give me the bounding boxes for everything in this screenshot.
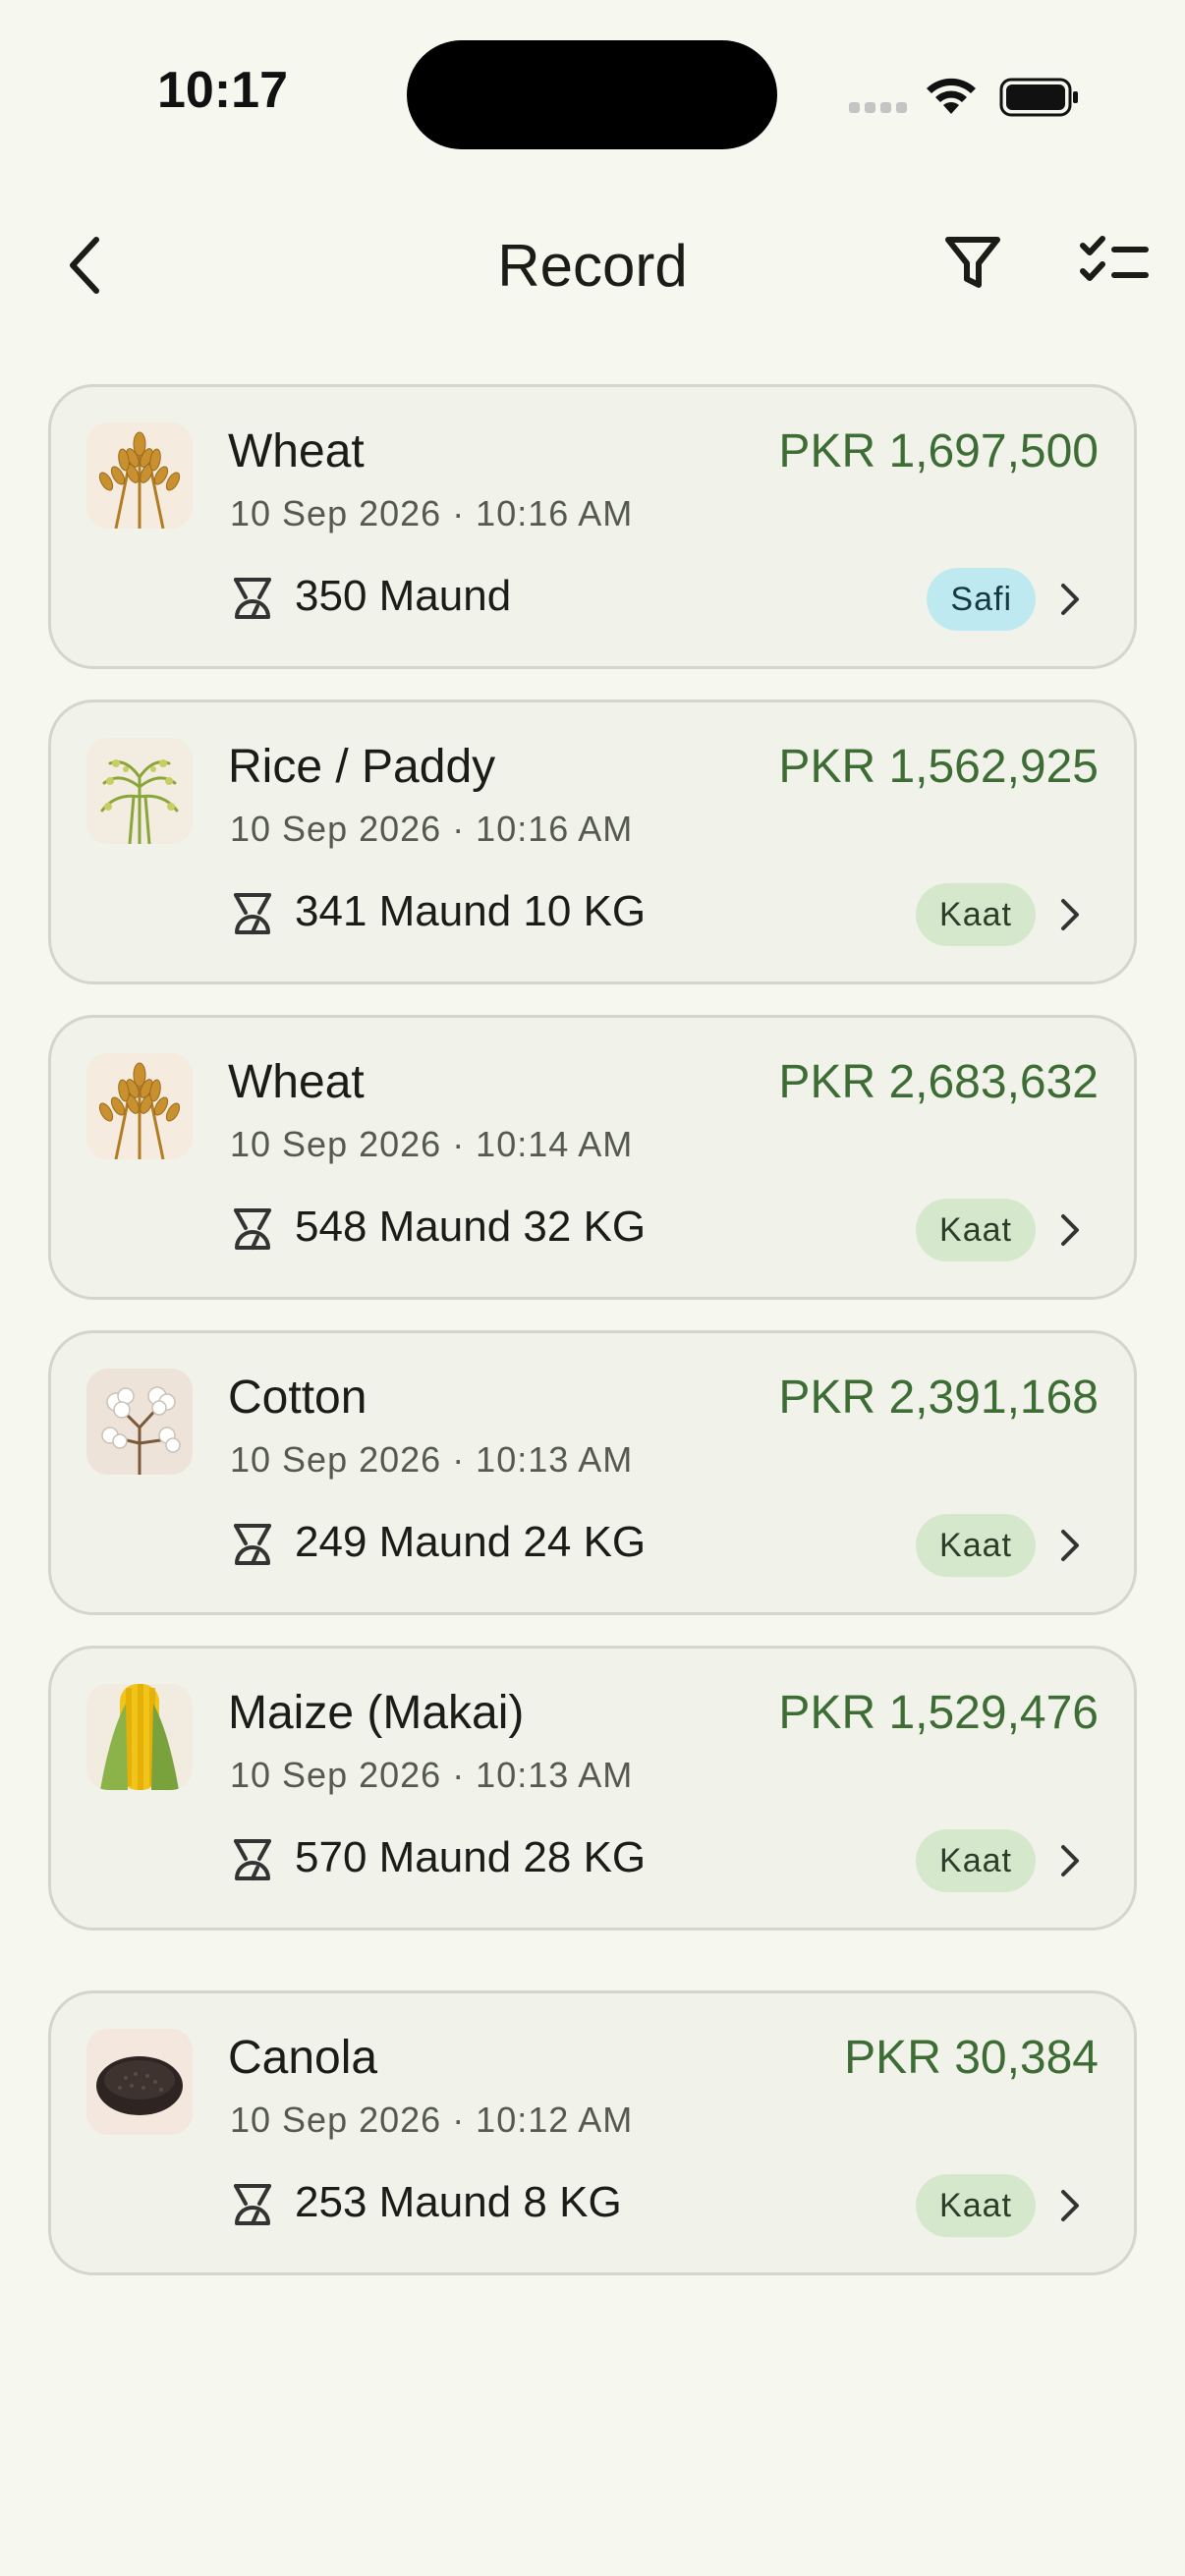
quality-badge: Kaat	[916, 1199, 1036, 1261]
app-header: Record	[0, 196, 1185, 334]
battery-icon	[999, 78, 1078, 117]
chevron-right-icon	[1061, 2190, 1079, 2221]
scale-icon	[234, 893, 271, 934]
chevron-right-icon	[1061, 1530, 1079, 1561]
wheat-icon	[86, 422, 193, 529]
page-title: Record	[497, 233, 688, 299]
scale-icon	[234, 2184, 271, 2225]
record-card[interactable]: Wheat 10 Sep 2026 · 10:16 AM PKR 1,697,5…	[48, 384, 1137, 669]
wifi-icon	[927, 78, 976, 114]
status-bar: 10:17	[0, 0, 1185, 187]
record-price: PKR 1,562,925	[778, 741, 1099, 793]
record-card[interactable]: Canola 10 Sep 2026 · 10:12 AM PKR 30,384…	[48, 1990, 1137, 2275]
maize-icon	[86, 1684, 193, 1790]
quality-badge: Safi	[927, 568, 1036, 631]
crop-name: Rice / Paddy	[228, 741, 496, 793]
rice-icon	[86, 738, 193, 844]
record-weight: 350 Maund	[295, 572, 512, 620]
wheat-icon	[86, 1053, 193, 1159]
record-weight: 570 Maund 28 KG	[295, 1833, 647, 1881]
record-price: PKR 1,697,500	[778, 425, 1099, 477]
record-datetime: 10 Sep 2026 · 10:12 AM	[230, 2100, 634, 2140]
checklist-button[interactable]	[1079, 232, 1150, 291]
record-datetime: 10 Sep 2026 · 10:13 AM	[230, 1439, 634, 1480]
record-card[interactable]: Rice / Paddy 10 Sep 2026 · 10:16 AM PKR …	[48, 700, 1137, 984]
record-datetime: 10 Sep 2026 · 10:16 AM	[230, 809, 634, 849]
record-card[interactable]: Wheat 10 Sep 2026 · 10:14 AM PKR 2,683,6…	[48, 1015, 1137, 1300]
crop-name: Canola	[228, 2032, 378, 2084]
signal-icon	[849, 102, 908, 116]
record-price: PKR 2,391,168	[778, 1372, 1099, 1424]
record-datetime: 10 Sep 2026 · 10:13 AM	[230, 1755, 634, 1795]
crop-name: Maize (Makai)	[228, 1687, 525, 1739]
quality-badge: Kaat	[916, 1514, 1036, 1577]
record-datetime: 10 Sep 2026 · 10:16 AM	[230, 493, 634, 533]
crop-name: Wheat	[228, 425, 365, 477]
status-time: 10:17	[157, 62, 288, 119]
record-weight: 249 Maund 24 KG	[295, 1518, 647, 1566]
record-datetime: 10 Sep 2026 · 10:14 AM	[230, 1124, 634, 1164]
record-weight: 341 Maund 10 KG	[295, 887, 647, 935]
record-weight: 548 Maund 32 KG	[295, 1203, 647, 1251]
scale-icon	[234, 578, 271, 619]
record-card[interactable]: Cotton 10 Sep 2026 · 10:13 AM PKR 2,391,…	[48, 1330, 1137, 1615]
scale-icon	[234, 1839, 271, 1880]
filter-button[interactable]	[938, 228, 1007, 297]
cotton-icon	[86, 1369, 193, 1475]
chevron-right-icon	[1061, 584, 1079, 615]
record-weight: 253 Maund 8 KG	[295, 2178, 622, 2226]
chevron-right-icon	[1061, 1845, 1079, 1876]
crop-name: Wheat	[228, 1056, 365, 1108]
record-price: PKR 2,683,632	[778, 1056, 1099, 1108]
dynamic-island	[407, 40, 777, 149]
record-price: PKR 30,384	[844, 2032, 1099, 2084]
quality-badge: Kaat	[916, 2174, 1036, 2237]
quality-badge: Kaat	[916, 1829, 1036, 1892]
quality-badge: Kaat	[916, 883, 1036, 946]
record-card[interactable]: Maize (Makai) 10 Sep 2026 · 10:13 AM PKR…	[48, 1646, 1137, 1931]
canola-icon	[86, 2029, 193, 2135]
chevron-right-icon	[1061, 1214, 1079, 1246]
scale-icon	[234, 1208, 271, 1250]
record-price: PKR 1,529,476	[778, 1687, 1099, 1739]
chevron-right-icon	[1061, 899, 1079, 930]
crop-name: Cotton	[228, 1372, 367, 1424]
scale-icon	[234, 1524, 271, 1565]
